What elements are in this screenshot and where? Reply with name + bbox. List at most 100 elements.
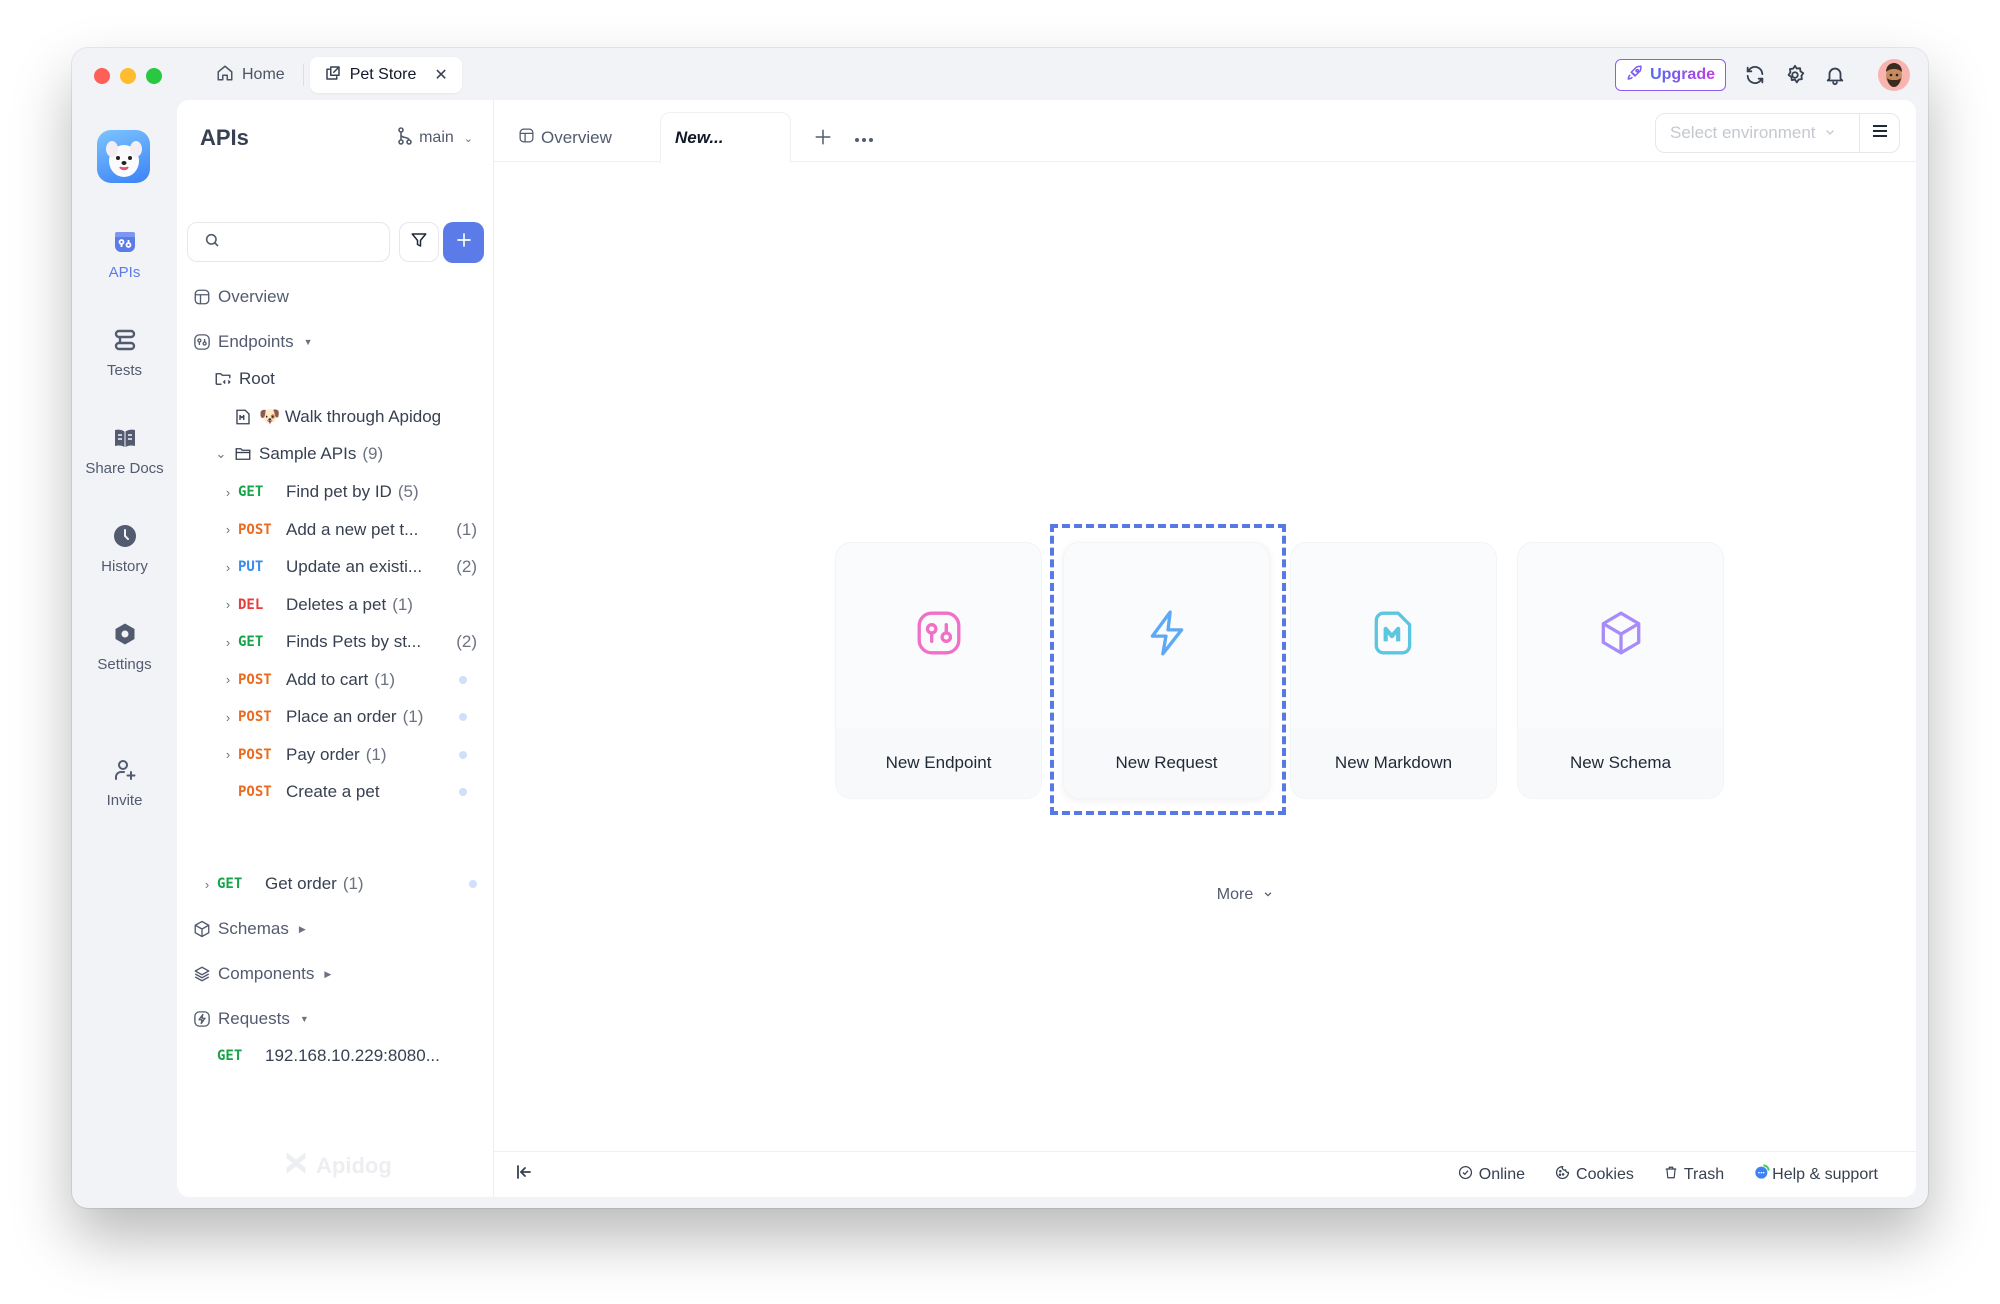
markdown-icon — [1291, 608, 1496, 658]
rail-item-share-docs[interactable]: Share Docs — [72, 426, 177, 477]
chevron-right-icon[interactable]: › — [218, 747, 238, 762]
new-markdown-card[interactable]: New Markdown — [1290, 542, 1497, 799]
navigation-rail: APIs Tests Share Docs History Settings I… — [72, 100, 177, 1208]
tab-overview[interactable]: Overview — [518, 112, 612, 163]
endpoint-count: (2) — [456, 557, 477, 576]
trash-button[interactable]: Trash — [1664, 1165, 1724, 1185]
endpoint-item[interactable]: › POST Add a new pet t... (1) — [218, 517, 477, 543]
endpoint-name: Find pet by ID — [286, 482, 392, 501]
method-badge: GET — [217, 876, 243, 892]
method-badge: PUT — [238, 559, 264, 575]
maximize-window-button[interactable] — [146, 68, 162, 84]
search-field[interactable] — [228, 233, 378, 251]
api-sidebar: APIs main ⌄ Overview Endpoints ▼ Root 🐶 … — [177, 100, 494, 1197]
new-schema-card[interactable]: New Schema — [1517, 542, 1724, 799]
git-branch-icon — [397, 126, 413, 150]
chevron-right-icon[interactable]: › — [218, 710, 238, 725]
endpoint-item[interactable]: › POST Pay order (1) — [218, 742, 477, 768]
filter-button[interactable] — [399, 222, 439, 262]
app-window: Home Pet Store ✕ Upgrade APIs Tests Shar… — [72, 48, 1928, 1208]
endpoint-count: (2) — [456, 632, 477, 651]
rail-item-tests[interactable]: Tests — [72, 328, 177, 379]
more-horizontal-icon — [854, 128, 874, 148]
endpoint-item[interactable]: › GET Find pet by ID (5) — [218, 479, 477, 505]
upgrade-button[interactable]: Upgrade — [1615, 59, 1726, 91]
environment-menu-button[interactable] — [1859, 114, 1899, 152]
sidebar-header: APIs main ⌄ — [200, 118, 473, 158]
endpoint-count: (1) — [392, 594, 413, 614]
chevron-right-icon[interactable]: › — [218, 485, 238, 500]
endpoint-item[interactable]: › PUT Update an existi... (2) — [218, 554, 477, 580]
tab-home[interactable]: Home — [202, 57, 299, 93]
environment-selector[interactable]: Select environment — [1655, 113, 1900, 153]
status-bar: Online Cookies Trash Help & support — [494, 1151, 1916, 1197]
minimize-window-button[interactable] — [120, 68, 136, 84]
tab-new[interactable]: New... — [660, 112, 791, 163]
chevron-right-icon[interactable]: › — [218, 672, 238, 687]
endpoint-count: (1) — [342, 874, 364, 893]
endpoint-item[interactable]: › POST Place an order (1) — [218, 704, 477, 730]
add-button[interactable] — [443, 222, 484, 263]
collapse-sidebar-button[interactable] — [516, 1165, 532, 1184]
endpoint-name: Get order — [265, 874, 337, 893]
new-tab-button[interactable] — [814, 112, 832, 163]
bell-icon[interactable] — [1824, 64, 1846, 86]
tree-item-request[interactable]: GET 192.168.10.229:8080... — [217, 1043, 440, 1069]
endpoint-item[interactable]: › GET Finds Pets by st... (2) — [218, 629, 477, 655]
more-options-button[interactable]: More — [494, 886, 1916, 904]
tree-item-get-order[interactable]: › GET Get order (1) — [197, 871, 477, 897]
chevron-right-icon[interactable]: › — [218, 522, 238, 537]
chevron-down-icon[interactable]: ⌄ — [213, 446, 229, 462]
close-window-button[interactable] — [94, 68, 110, 84]
tab-pet-store[interactable]: Pet Store ✕ — [309, 57, 462, 93]
chat-bubble-icon — [1754, 1164, 1770, 1185]
cookies-button[interactable]: Cookies — [1555, 1165, 1634, 1185]
new-endpoint-card[interactable]: New Endpoint — [835, 542, 1042, 799]
rail-item-settings[interactable]: Settings — [72, 622, 177, 673]
project-logo[interactable] — [97, 130, 150, 183]
rail-item-apis[interactable]: APIs — [72, 230, 177, 281]
tab-label: Overview — [541, 127, 612, 147]
search-input[interactable] — [187, 222, 390, 262]
chevron-right-icon[interactable]: › — [197, 877, 217, 892]
tree-item-endpoints[interactable]: Endpoints ▼ — [192, 329, 313, 355]
tree-item-requests[interactable]: Requests ▼ — [192, 1006, 309, 1032]
apidog-watermark: Apidog — [282, 1149, 392, 1183]
avatar[interactable] — [1878, 59, 1910, 91]
chevron-right-icon[interactable]: › — [218, 560, 238, 575]
tree-item-components[interactable]: Components ▶ — [192, 961, 331, 987]
tree-item-sample-apis[interactable]: ⌄ Sample APIs (9) — [213, 441, 384, 467]
tree-item-schemas[interactable]: Schemas ▶ — [192, 916, 306, 942]
clock-icon — [113, 524, 137, 552]
branch-selector[interactable]: main ⌄ — [397, 126, 473, 150]
caret-down-icon: ▼ — [303, 337, 313, 347]
window-controls — [94, 68, 162, 84]
help-support-button[interactable]: Help & support — [1754, 1164, 1878, 1185]
endpoint-item[interactable]: › DEL Deletes a pet (1) — [218, 592, 477, 618]
chevron-down-icon — [1824, 123, 1836, 143]
close-tab-button[interactable]: ✕ — [434, 65, 447, 85]
tree-item-overview[interactable]: Overview — [192, 284, 289, 310]
chevron-right-icon[interactable]: › — [218, 597, 238, 612]
tree-item-root[interactable]: Root — [213, 366, 275, 392]
more-tabs-button[interactable] — [854, 112, 874, 163]
online-status[interactable]: Online — [1458, 1165, 1525, 1185]
rail-item-invite[interactable]: Invite — [72, 758, 177, 809]
settings-gear-icon[interactable] — [1784, 64, 1806, 86]
rail-item-history[interactable]: History — [72, 524, 177, 575]
endpoint-item[interactable]: POST Create a pet — [218, 779, 477, 805]
user-plus-icon — [113, 758, 137, 786]
tree-item-walkthrough[interactable]: 🐶 Walk through Apidog — [233, 404, 441, 430]
markdown-doc-icon — [233, 407, 253, 427]
environment-dropdown[interactable]: Select environment — [1656, 123, 1859, 143]
watermark-text: Apidog — [316, 1153, 392, 1178]
status-dot — [469, 880, 477, 888]
endpoint-item[interactable]: › POST Add to cart (1) — [218, 667, 477, 693]
endpoint-name: Place an order — [286, 707, 397, 726]
sync-icon[interactable] — [1744, 64, 1766, 86]
caret-right-icon: ▶ — [298, 923, 306, 934]
chevron-right-icon[interactable]: › — [218, 635, 238, 650]
endpoint-count: (5) — [397, 482, 419, 501]
rail-label: Invite — [106, 792, 143, 809]
cube-icon — [192, 919, 212, 939]
